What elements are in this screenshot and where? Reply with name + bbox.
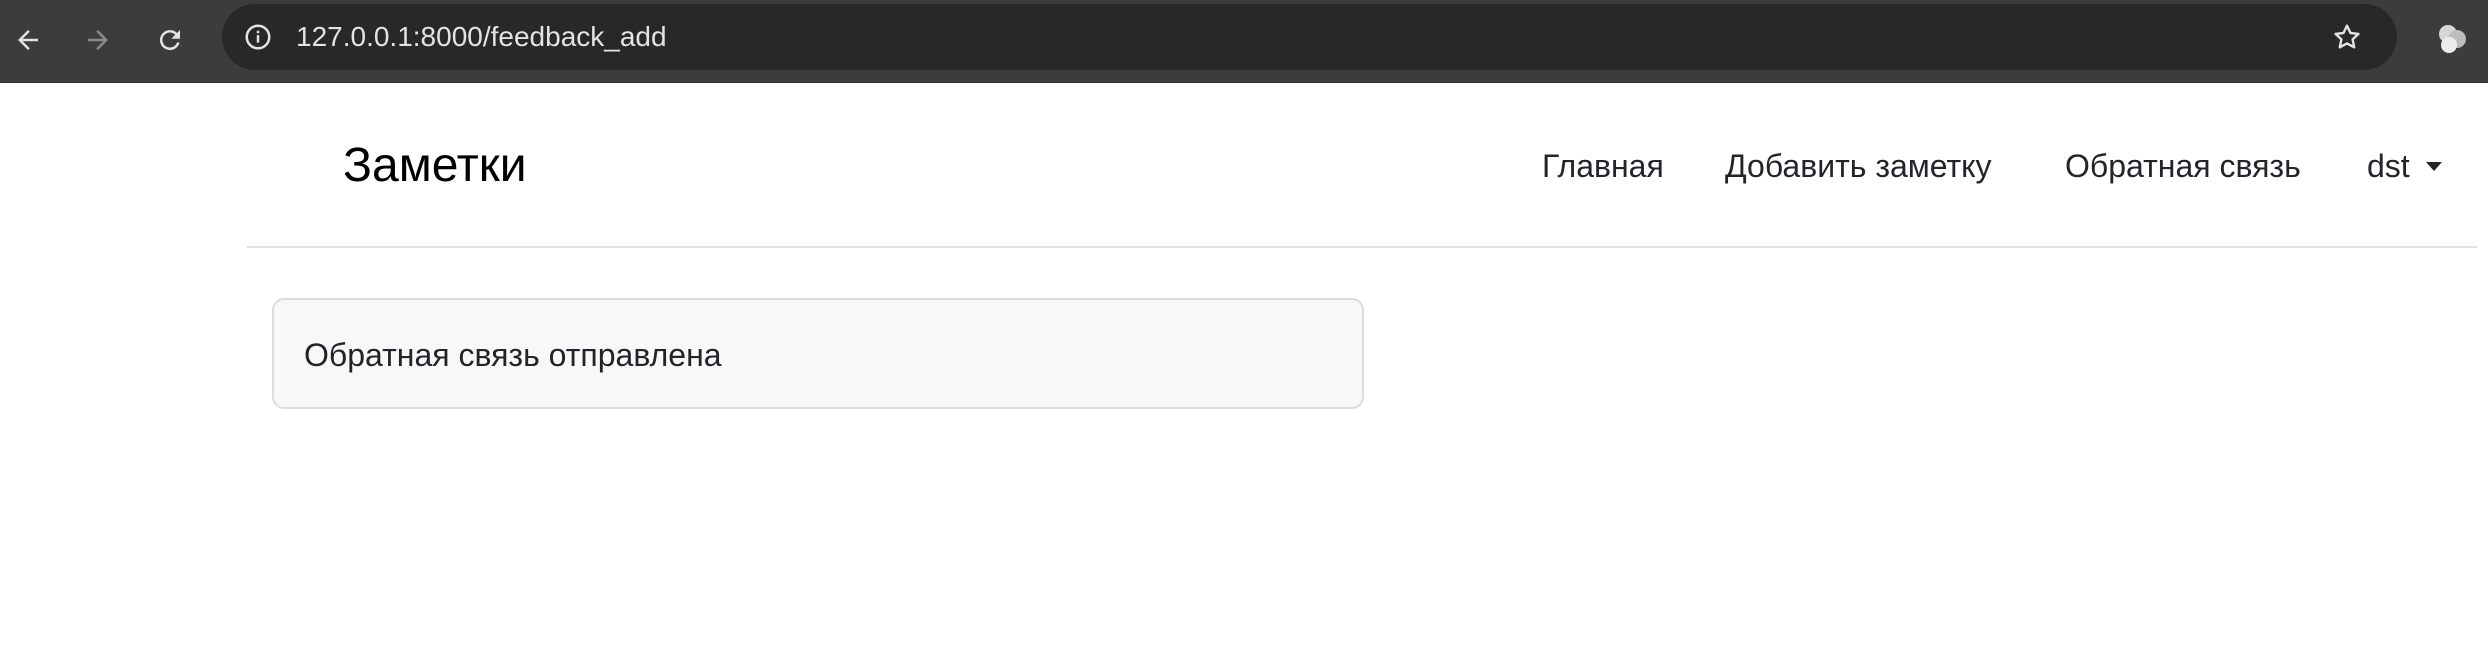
reload-icon bbox=[159, 30, 180, 51]
back-arrow-icon bbox=[18, 30, 38, 50]
profile-button[interactable] bbox=[2427, 14, 2477, 64]
site-navbar: Заметки Главная Добавить заметку Обратна… bbox=[247, 83, 2477, 248]
nav-link-add-note[interactable]: Добавить заметку bbox=[1725, 147, 1992, 185]
forward-button[interactable] bbox=[70, 12, 126, 68]
site-info-icon bbox=[245, 24, 271, 50]
alert-message: Обратная связь отправлена bbox=[304, 337, 722, 373]
forward-arrow-icon bbox=[88, 30, 108, 50]
feedback-sent-alert: Обратная связь отправлена bbox=[272, 298, 1364, 409]
reload-button[interactable] bbox=[142, 12, 198, 68]
url-text[interactable]: 127.0.0.1:8000/feedback_add bbox=[296, 21, 667, 53]
back-button[interactable] bbox=[0, 12, 56, 68]
user-name: dst bbox=[2367, 148, 2410, 184]
address-bar[interactable]: 127.0.0.1:8000/feedback_add bbox=[222, 4, 2397, 70]
site-info-button[interactable] bbox=[238, 17, 278, 57]
profile-icon bbox=[2439, 25, 2466, 53]
nav-link-feedback[interactable]: Обратная связь bbox=[2065, 147, 2301, 185]
browser-toolbar: 127.0.0.1:8000/feedback_add bbox=[0, 0, 2488, 83]
caret-down-icon bbox=[2425, 161, 2442, 171]
bookmark-star-icon bbox=[2334, 24, 2360, 49]
bookmark-button[interactable] bbox=[2327, 17, 2367, 57]
brand-link[interactable]: Заметки bbox=[343, 139, 527, 193]
nav-link-home[interactable]: Главная bbox=[1542, 147, 1664, 185]
user-dropdown[interactable]: dst bbox=[2367, 147, 2442, 185]
